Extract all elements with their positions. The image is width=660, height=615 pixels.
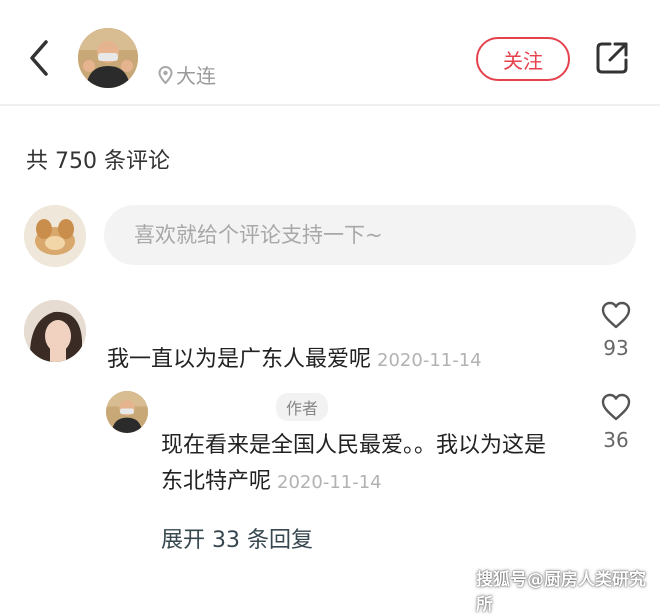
comment-count: 共 750 条评论: [26, 149, 170, 174]
back-arrow-icon[interactable]: [22, 34, 58, 82]
comment-input[interactable]: [104, 205, 636, 265]
follow-button[interactable]: 关注: [476, 37, 570, 81]
reply-timestamp: 2020-11-14: [277, 472, 382, 493]
reply-like-heart-icon[interactable]: [600, 392, 632, 422]
watermark: 搜狐号@厨房人类研究所: [476, 570, 646, 615]
like-count: 93: [603, 336, 629, 360]
share-icon[interactable]: [594, 40, 630, 76]
reply-body: 现在看来是全国人民最爱。。我以为这是东北特产呢 2020-11-14: [161, 428, 561, 501]
author-badge: 作者: [276, 393, 329, 421]
location-label: 大连: [158, 60, 216, 89]
comment-body: 我一直以为是广东人最爱呢 2020-11-14: [107, 341, 482, 373]
current-user-avatar: [24, 205, 86, 267]
reply-like-count: 36: [603, 428, 629, 452]
comment-timestamp: 2020-11-14: [377, 350, 482, 371]
reply-author-avatar[interactable]: [106, 391, 148, 433]
header-divider: [0, 104, 660, 106]
commenter-avatar[interactable]: [24, 300, 86, 362]
expand-replies-link[interactable]: 展开 33 条回复: [161, 522, 313, 554]
comment-text: 我一直以为是广东人最爱呢: [107, 347, 372, 372]
location-pin-icon: [158, 65, 173, 84]
author-avatar[interactable]: [78, 28, 138, 88]
like-heart-icon[interactable]: [600, 300, 632, 330]
location-text: 大连: [176, 64, 216, 88]
